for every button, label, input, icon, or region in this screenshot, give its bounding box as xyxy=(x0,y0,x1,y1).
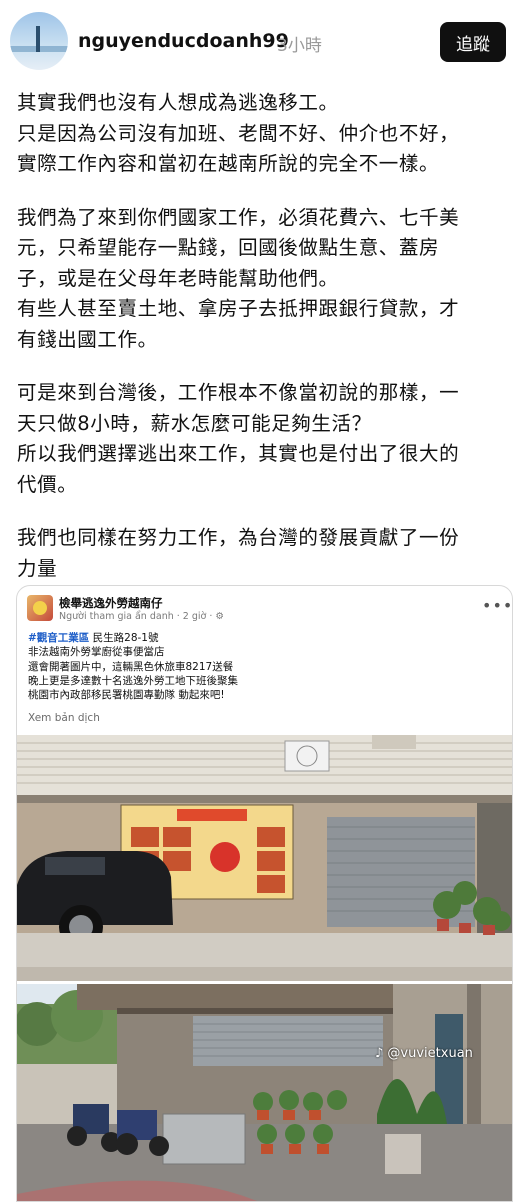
more-options-icon: ••• xyxy=(482,596,513,615)
text-line: 晚上更是多達數十名逃逸外勞工地下班後聚集 xyxy=(28,674,238,687)
text-line: 其實我們也沒有人想成為逃逸移工。 xyxy=(17,91,339,114)
shopfront-photo-illustration xyxy=(17,984,512,1201)
shopfront-photo: ♪ @vuvietxuan xyxy=(17,984,512,1201)
text-line: #觀音工業區 民生路28-1號 xyxy=(28,631,498,645)
text-line: 有些人甚至賣土地、拿房子去抵押跟銀行貸款，才 xyxy=(17,297,460,320)
post-meta: Người tham gia ẩn danh · 2 giờ · ⚙ xyxy=(59,611,224,622)
text-line: 還會開著圖片中，這輛黑色休旅車8217送餐 xyxy=(28,660,234,673)
text-line: 元，只希望能存一點錢，回國後做點生意、蓋房 xyxy=(17,236,440,259)
text-line: 我們也同樣在努力工作，為台灣的發展貢獻了一份 xyxy=(17,526,460,549)
group-name: 檢舉逃逸外勞越南仔 xyxy=(59,596,163,610)
text-line: 有錢出國工作。 xyxy=(17,327,158,351)
avatar[interactable] xyxy=(10,12,68,70)
post-header: nguyenducdoanh99 3小時 追蹤 xyxy=(0,0,527,80)
tiktok-watermark: ♪ @vuvietxuan xyxy=(375,1046,473,1061)
post-paragraph: 其實我們也沒有人想成為逃逸移工。 只是因為公司沒有加班、老闆不好、仲介也不好， … xyxy=(17,88,517,180)
follow-button[interactable]: 追蹤 xyxy=(440,22,506,62)
text-line: 我們為了來到你們國家工作，必須花費六、七千美 xyxy=(17,205,460,229)
post-paragraph: 我們為了來到你們國家工作，必須花費六、七千美 元，只希望能存一點錢，回國後做點生… xyxy=(17,203,517,356)
text-line: 力量 xyxy=(17,556,58,580)
text-line: 代價。 xyxy=(17,472,78,496)
text-line: 桃園市內政部移民署桃園專勤隊 動起來吧! xyxy=(28,689,225,702)
embedded-screenshot[interactable]: 檢舉逃逸外勞越南仔 Người tham gia ẩn danh · 2 giờ… xyxy=(16,585,513,1202)
text-line: 非法越南外勞掌廚從事便當店 xyxy=(28,646,165,659)
text-line: 子，或是在父母年老時能幫助他們。 xyxy=(17,266,339,290)
text-line: 只是因為公司沒有加班、老闆不好、仲介也不好， xyxy=(17,121,460,145)
post-paragraph: 可是來到台灣後，工作根本不像當初說的那樣，一 天只做8小時，薪水怎麼可能足夠生活… xyxy=(17,378,517,500)
text-line: 天只做8小時，薪水怎麼可能足夠生活？ xyxy=(17,411,372,435)
post-timestamp: 3小時 xyxy=(277,36,322,56)
post-paragraph: 我們也同樣在努力工作，為台灣的發展貢獻了一份 力量 xyxy=(17,523,517,584)
address-text: 民生路28-1號 xyxy=(89,632,159,644)
group-avatar xyxy=(27,595,53,621)
username[interactable]: nguyenducdoanh99 xyxy=(78,30,289,52)
globe-icon: ⚙ xyxy=(215,611,224,622)
see-translation-link: Xem bản dịch xyxy=(28,712,100,724)
text-line: 所以我們選擇逃出來工作，其實也是付出了很大的 xyxy=(17,442,460,465)
text-line: 可是來到台灣後，工作根本不像當初說的那樣，一 xyxy=(17,381,460,404)
post-meta-text: Người tham gia ẩn danh · 2 giờ · xyxy=(59,611,216,622)
embedded-post-text: #觀音工業區 民生路28-1號 非法越南外勞掌廚從事便當店 還會開著圖片中，這輛… xyxy=(28,631,498,702)
text-line: 實際工作內容和當初在越南所說的完全不一樣。 xyxy=(17,152,440,175)
storefront-photo-illustration xyxy=(17,735,512,981)
post-body: 其實我們也沒有人想成為逃逸移工。 只是因為公司沒有加班、老闆不好、仲介也不好， … xyxy=(17,88,517,607)
hashtag: #觀音工業區 xyxy=(28,632,90,644)
storefront-photo xyxy=(17,735,512,981)
